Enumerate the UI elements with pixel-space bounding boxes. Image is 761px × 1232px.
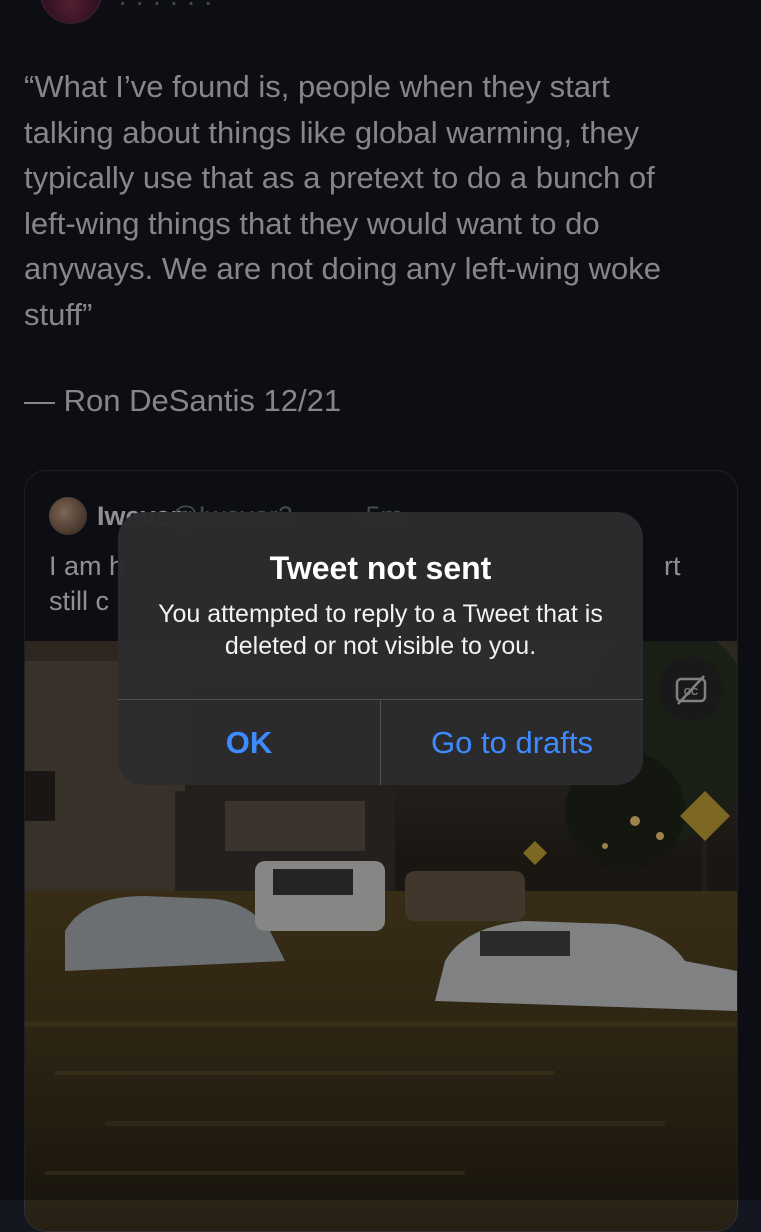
alert-message: You attempted to reply to a Tweet that i… xyxy=(158,600,603,660)
alert-title: Tweet not sent xyxy=(269,550,492,586)
go-to-drafts-button[interactable]: Go to drafts xyxy=(381,700,643,785)
ok-button[interactable]: OK xyxy=(118,700,380,785)
tweet-not-sent-alert: Tweet not sent You attempted to reply to… xyxy=(118,512,643,785)
